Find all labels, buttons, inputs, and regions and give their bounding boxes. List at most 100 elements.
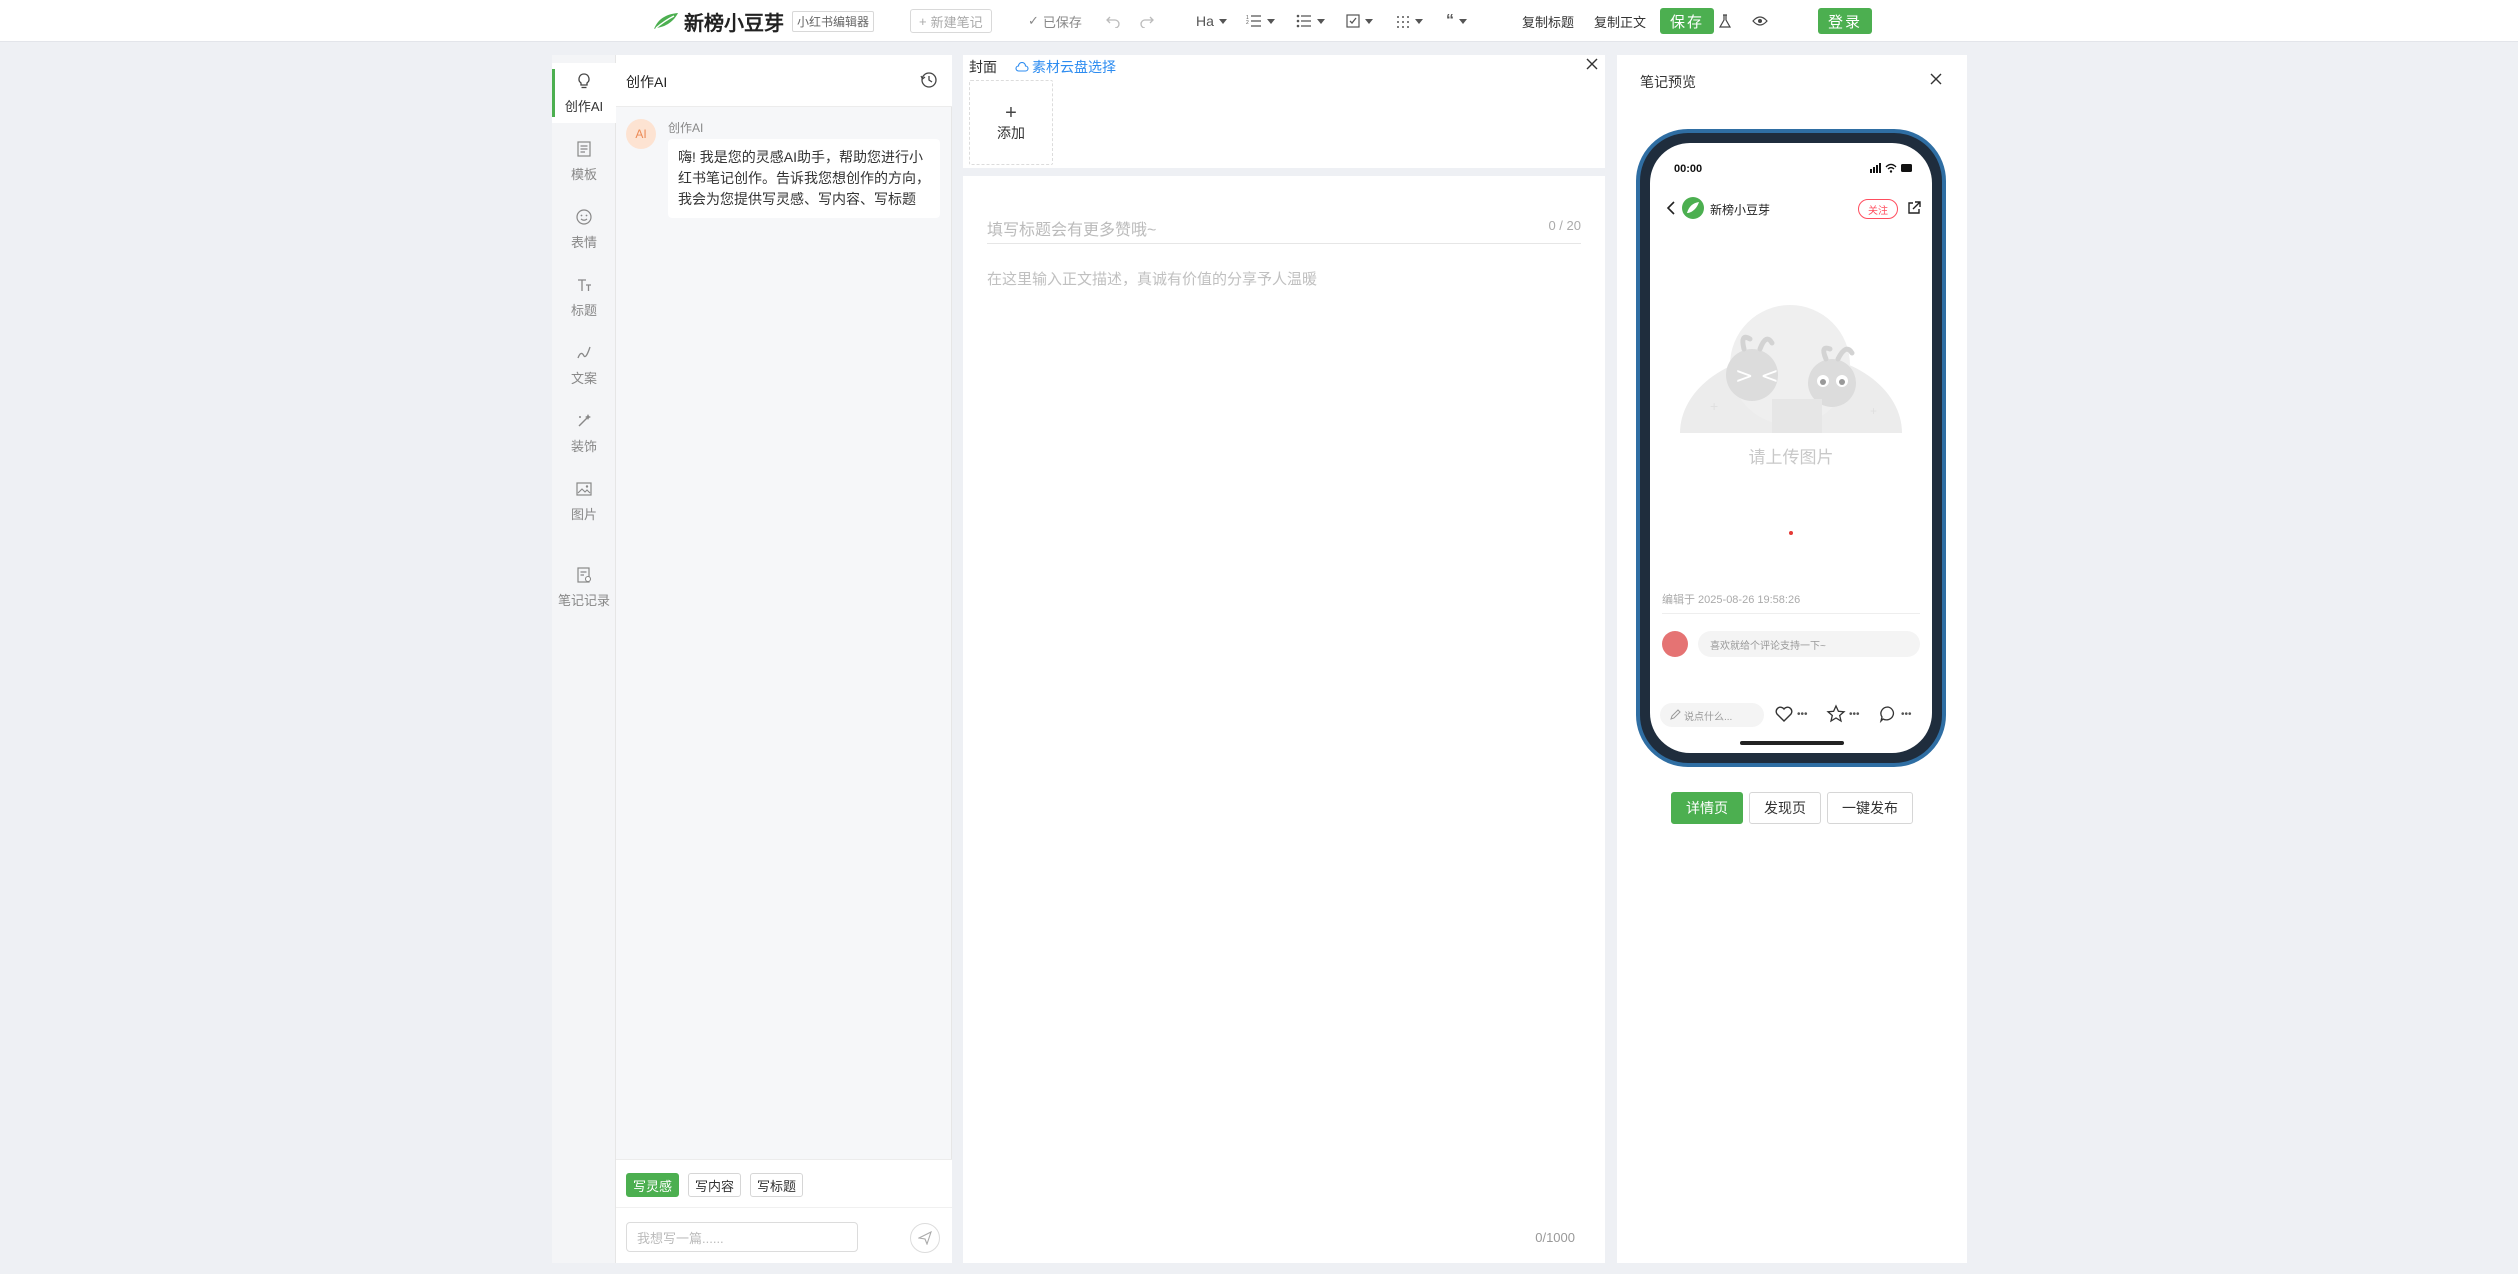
- copy-body-button[interactable]: 复制正文: [1594, 0, 1646, 42]
- leaf-logo-icon: [654, 13, 678, 29]
- brand-logo: 新榜小豆芽 小红书编辑器: [652, 0, 875, 42]
- nav-item-image[interactable]: 图片: [552, 471, 616, 531]
- copywriting-icon: [577, 346, 591, 358]
- tab-discover-page[interactable]: 发现页: [1749, 792, 1821, 824]
- copy-title-button[interactable]: 复制标题: [1522, 0, 1574, 42]
- checkbox-icon: [1346, 14, 1360, 28]
- ai-prompt-input[interactable]: 我想写一篇......: [626, 1222, 858, 1252]
- caret-down-icon: [1459, 18, 1467, 24]
- share-icon[interactable]: [1906, 200, 1922, 216]
- ai-assistant-name: 创作AI: [668, 121, 704, 135]
- nav-label: 文案: [570, 370, 597, 386]
- tab-write-inspiration[interactable]: 写灵感: [626, 1173, 680, 1197]
- nav-item-creative-ai[interactable]: 创作AI: [552, 63, 616, 123]
- nav-item-note-record[interactable]: 笔记记录: [552, 557, 616, 617]
- nav-item-title[interactable]: 标题: [552, 267, 616, 327]
- caret-down-icon: [1317, 18, 1325, 24]
- redo-button[interactable]: [1140, 0, 1154, 42]
- close-icon[interactable]: [1929, 72, 1943, 86]
- svg-text:> <: > <: [1735, 364, 1779, 389]
- checklist-dropdown[interactable]: [1346, 0, 1373, 42]
- divider-dropdown[interactable]: [1396, 0, 1423, 42]
- test-button[interactable]: [1718, 0, 1732, 42]
- signal-wifi-battery-icon: [1870, 163, 1912, 173]
- body-input[interactable]: 在这里输入正文描述，真诚有价值的分享予人温暖: [987, 268, 1317, 289]
- check-icon: ✓: [1028, 13, 1039, 28]
- login-label: 登录: [1818, 8, 1873, 34]
- note-editor: 填写标题会有更多赞哦~ 0 / 20 在这里输入正文描述，真诚有价值的分享予人温…: [963, 176, 1605, 1263]
- ordered-list-icon: 12: [1246, 15, 1261, 27]
- tab-write-content[interactable]: 写内容: [688, 1173, 742, 1197]
- title-input[interactable]: 填写标题会有更多赞哦~ 0 / 20: [987, 216, 1581, 244]
- save-label: 保存: [1660, 8, 1715, 34]
- comment-bubble-icon: [1879, 706, 1895, 724]
- quote-dropdown[interactable]: “: [1446, 0, 1467, 42]
- like-action[interactable]: •••: [1774, 704, 1808, 724]
- nav-item-copywriting[interactable]: 文案: [552, 335, 616, 395]
- copy-title-label: 复制标题: [1522, 14, 1575, 30]
- heading-dropdown[interactable]: Ha: [1196, 0, 1227, 42]
- image-icon: [576, 481, 592, 496]
- back-arrow-icon[interactable]: [1666, 201, 1676, 215]
- history-icon[interactable]: [920, 71, 938, 89]
- flask-icon: [1718, 14, 1732, 28]
- comment-count: •••: [1901, 708, 1912, 720]
- publish-button[interactable]: 一键发布: [1827, 792, 1913, 824]
- status-time: 00:00: [1674, 163, 1703, 175]
- emoji-icon: [576, 208, 592, 225]
- svg-text:2: 2: [1246, 20, 1249, 26]
- cloud-drive-link[interactable]: 素材云盘选择: [1015, 57, 1116, 77]
- say-placeholder: 说点什么...: [1684, 711, 1733, 723]
- save-button[interactable]: 保存: [1660, 0, 1715, 42]
- new-note-label: 新建笔记: [930, 14, 983, 30]
- tab-write-title[interactable]: 写标题: [750, 1173, 804, 1197]
- commenter-avatar: [1662, 631, 1688, 657]
- account-avatar: [1682, 197, 1704, 219]
- svg-text:+: +: [1710, 398, 1718, 414]
- add-label: 添加: [997, 124, 1025, 141]
- saved-status: ✓ 已保存: [1028, 0, 1082, 42]
- redo-icon: [1140, 16, 1154, 28]
- ai-greeting-message: 嗨! 我是您的灵感AI助手，帮助您进行小红书笔记创作。告诉我您想创作的方向，我会…: [668, 139, 940, 218]
- note-preview-panel: 笔记预览 00:00 新榜小豆芽 关注 > < + + 请上传图片 编辑于 20…: [1617, 55, 1967, 1263]
- add-cover-button[interactable]: + 添加: [969, 80, 1053, 165]
- heading-label: Ha: [1196, 13, 1214, 29]
- dotted-grid-icon: [1397, 16, 1409, 28]
- left-nav: 创作AI 模板 表情 标题 文案 装饰 图片 笔记记录: [552, 55, 616, 1263]
- cloud-link-label: 素材云盘选择: [1032, 59, 1116, 75]
- home-indicator: [1740, 741, 1844, 745]
- nav-item-decoration[interactable]: 装饰: [552, 403, 616, 463]
- empty-image-illustration: > < + +: [1680, 305, 1902, 433]
- bullet-list-dropdown[interactable]: [1296, 0, 1325, 42]
- comment-input[interactable]: 喜欢就给个评论支持一下~: [1698, 631, 1920, 657]
- star-icon: [1826, 704, 1846, 723]
- ordered-list-dropdown[interactable]: 12: [1246, 0, 1275, 42]
- undo-icon: [1106, 16, 1120, 28]
- plus-icon: +: [919, 13, 927, 29]
- undo-button[interactable]: [1106, 0, 1120, 42]
- cover-label: 封面: [969, 59, 997, 75]
- eye-icon: [1752, 16, 1768, 26]
- login-button[interactable]: 登录: [1818, 0, 1873, 42]
- caret-down-icon: [1267, 18, 1275, 24]
- collect-count: •••: [1849, 708, 1860, 720]
- template-icon: [577, 140, 591, 157]
- tab-detail-page[interactable]: 详情页: [1671, 792, 1743, 824]
- edit-time: 编辑于 2025-08-26 19:58:26: [1662, 594, 1801, 606]
- send-button[interactable]: [910, 1223, 940, 1253]
- new-note-button[interactable]: + 新建笔记: [910, 0, 992, 42]
- divider: [1662, 613, 1920, 614]
- phone-mockup: 00:00 新榜小豆芽 关注 > < + + 请上传图片 编辑于 2025-08…: [1636, 129, 1946, 767]
- collect-action[interactable]: •••: [1826, 704, 1860, 724]
- body-char-count: 0/1000: [1535, 1230, 1575, 1245]
- nav-item-template[interactable]: 模板: [552, 131, 616, 191]
- phone-action-bar: 说点什么... ••• ••• •••: [1650, 703, 1932, 733]
- comment-action[interactable]: •••: [1878, 704, 1912, 724]
- ai-avatar: AI: [626, 119, 656, 149]
- nav-item-emoji[interactable]: 表情: [552, 199, 616, 259]
- preview-toggle-button[interactable]: [1752, 0, 1768, 42]
- follow-button[interactable]: 关注: [1858, 199, 1898, 219]
- say-something-input[interactable]: 说点什么...: [1660, 703, 1764, 727]
- indicator-dot: [1789, 531, 1793, 535]
- close-icon[interactable]: [1585, 57, 1599, 71]
